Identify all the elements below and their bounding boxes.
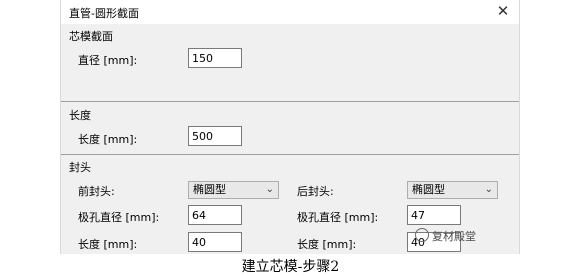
chevron-down-icon: ⌄ [265,184,274,195]
back-pole-diameter-input[interactable] [407,205,461,225]
diameter-label: 直径 [mm]: [78,54,138,67]
front-cap-type-label: 前封头: [78,185,115,198]
close-icon[interactable]: ✕ [495,2,511,20]
front-length-label: 长度 [mm]: [78,238,138,251]
core-section-heading: 芯模截面 [69,30,113,43]
watermark-text: 复材殿堂 [432,230,476,243]
diameter-input[interactable] [188,48,242,68]
back-length-label: 长度 [mm]: [297,238,357,251]
back-cap-type-value: 椭圆型 [412,183,445,196]
watermark-logo-icon [415,228,429,242]
back-cap-type-label: 后封头: [297,185,334,198]
window-title: 直管-圆形截面 [69,7,139,20]
back-pole-diameter-label: 极孔直径 [mm]: [297,211,379,224]
length-label: 长度 [mm]: [78,133,138,146]
front-pole-diameter-label: 极孔直径 [mm]: [78,211,160,224]
watermark: 复材殿堂 [415,228,476,244]
front-length-input[interactable] [188,232,242,252]
dialog-window: 直管-圆形截面 ✕ 芯模截面 直径 [mm]: 长度 长度 [mm]: 封头 前… [60,0,520,254]
chevron-down-icon: ⌄ [484,184,493,195]
length-input[interactable] [188,126,242,146]
front-cap-type-select[interactable]: 椭圆型 ⌄ [188,181,279,199]
title-bar: 直管-圆形截面 ✕ [61,0,519,24]
front-pole-diameter-input[interactable] [188,205,242,225]
back-cap-type-select[interactable]: 椭圆型 ⌄ [407,181,498,199]
figure-caption: 建立芯模-步骤2 [241,259,340,275]
front-cap-type-value: 椭圆型 [193,183,226,196]
length-section-heading: 长度 [69,109,91,122]
end-caps-heading: 封头 [69,161,91,174]
core-section: 芯模截面 直径 [mm]: [61,24,519,101]
length-section: 长度 长度 [mm]: [61,102,519,154]
